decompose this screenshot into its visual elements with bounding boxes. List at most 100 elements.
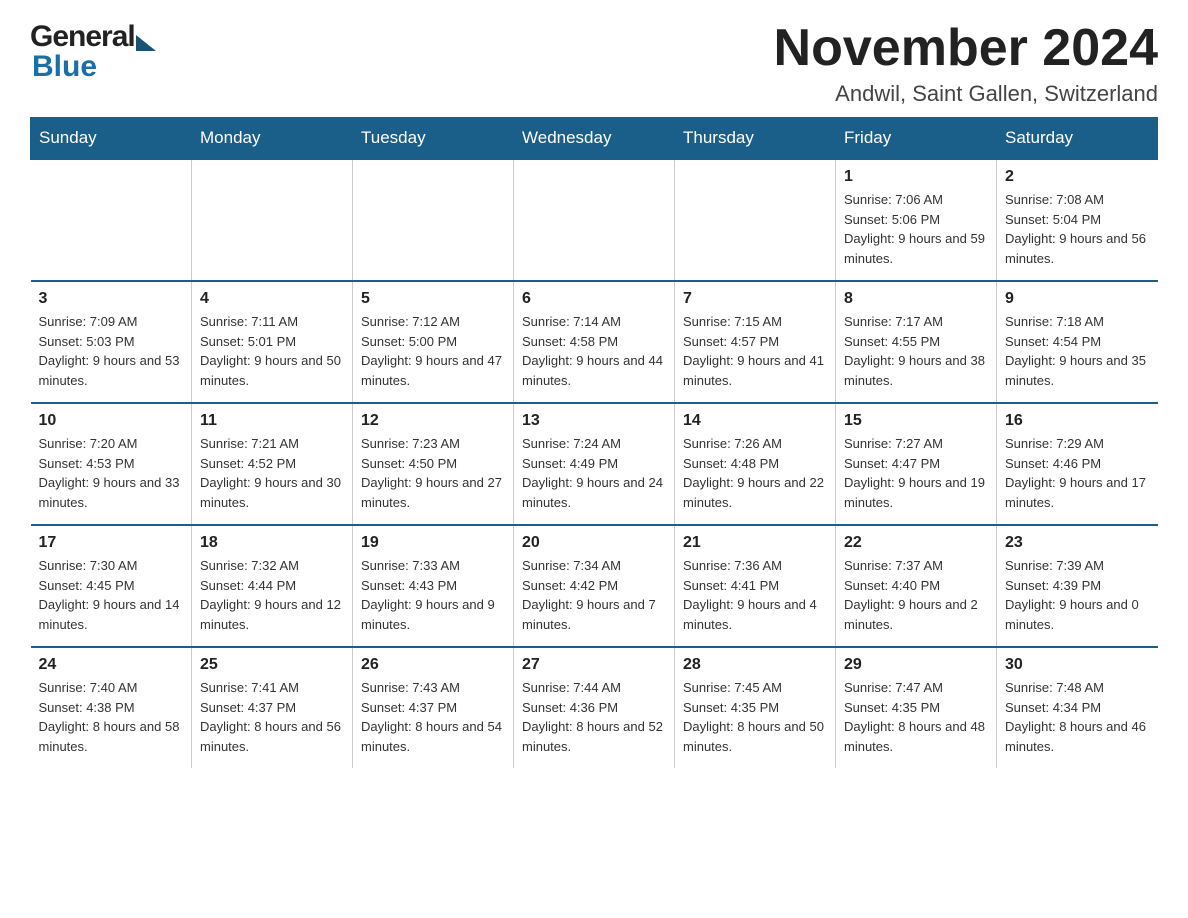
day-number: 23	[1005, 534, 1150, 552]
calendar-week-row: 24 Sunrise: 7:40 AMSunset: 4:38 PMDayligh…	[31, 647, 1158, 768]
day-number: 27	[522, 656, 666, 674]
day-number: 12	[361, 412, 505, 430]
calendar-cell: 10Sunrise: 7:20 AMSunset: 4:53 PMDayligh…	[31, 403, 192, 525]
day-info: Sunrise: 7:33 AMSunset: 4:43 PMDaylight:…	[361, 556, 505, 634]
day-number: 9	[1005, 290, 1150, 308]
day-info: Sunrise: 7:11 AMSunset: 5:01 PMDaylight:…	[200, 312, 344, 390]
calendar-cell: 1 Sunrise: 7:06 AMSunset: 5:06 PMDaylight…	[836, 159, 997, 281]
calendar-week-row: 10Sunrise: 7:20 AMSunset: 4:53 PMDayligh…	[31, 403, 1158, 525]
day-number: 28	[683, 656, 827, 674]
day-number: 29	[844, 656, 988, 674]
calendar-cell: 2 Sunrise: 7:08 AMSunset: 5:04 PMDaylight…	[997, 159, 1158, 281]
day-info: Sunrise: 7:41 AMSunset: 4:37 PMDaylight:…	[200, 678, 344, 756]
day-info: Sunrise: 7:37 AMSunset: 4:40 PMDaylight:…	[844, 556, 988, 634]
weekday-header-saturday: Saturday	[997, 118, 1158, 160]
day-info: Sunrise: 7:39 AMSunset: 4:39 PMDaylight:…	[1005, 556, 1150, 634]
calendar-cell: 30Sunrise: 7:48 AMSunset: 4:34 PMDayligh…	[997, 647, 1158, 768]
day-info: Sunrise: 7:27 AMSunset: 4:47 PMDaylight:…	[844, 434, 988, 512]
day-number: 17	[39, 534, 184, 552]
calendar-week-row: 3Sunrise: 7:09 AMSunset: 5:03 PMDaylight…	[31, 281, 1158, 403]
calendar-cell: 4 Sunrise: 7:11 AMSunset: 5:01 PMDaylight…	[192, 281, 353, 403]
day-info: Sunrise: 7:48 AMSunset: 4:34 PMDaylight:…	[1005, 678, 1150, 756]
day-info: Sunrise: 7:18 AMSunset: 4:54 PMDaylight:…	[1005, 312, 1150, 390]
day-number: 25	[200, 656, 344, 674]
calendar-body: 1 Sunrise: 7:06 AMSunset: 5:06 PMDaylight…	[31, 159, 1158, 768]
day-number: 3	[39, 290, 184, 308]
calendar-cell	[31, 159, 192, 281]
day-info: Sunrise: 7:43 AMSunset: 4:37 PMDaylight:…	[361, 678, 505, 756]
day-info: Sunrise: 7:08 AMSunset: 5:04 PMDaylight:…	[1005, 190, 1150, 268]
day-number: 8	[844, 290, 988, 308]
day-number: 2	[1005, 168, 1150, 186]
day-number: 1	[844, 168, 988, 186]
day-number: 24	[39, 656, 184, 674]
month-title: November 2024	[774, 20, 1158, 77]
day-number: 18	[200, 534, 344, 552]
day-number: 15	[844, 412, 988, 430]
day-number: 20	[522, 534, 666, 552]
day-info: Sunrise: 7:06 AMSunset: 5:06 PMDaylight:…	[844, 190, 988, 268]
day-info: Sunrise: 7:29 AMSunset: 4:46 PMDaylight:…	[1005, 434, 1150, 512]
calendar-cell: 21 Sunrise: 7:36 AMSunset: 4:41 PMDayligh…	[675, 525, 836, 647]
day-number: 26	[361, 656, 505, 674]
calendar-cell: 15 Sunrise: 7:27 AMSunset: 4:47 PMDayligh…	[836, 403, 997, 525]
logo-general-text: General	[30, 20, 135, 54]
day-info: Sunrise: 7:30 AMSunset: 4:45 PMDaylight:…	[39, 556, 184, 634]
day-info: Sunrise: 7:40 AMSunset: 4:38 PMDaylight:…	[39, 678, 184, 756]
calendar-cell: 29 Sunrise: 7:47 AMSunset: 4:35 PMDayligh…	[836, 647, 997, 768]
calendar-cell: 7 Sunrise: 7:15 AMSunset: 4:57 PMDaylight…	[675, 281, 836, 403]
calendar-cell: 18 Sunrise: 7:32 AMSunset: 4:44 PMDayligh…	[192, 525, 353, 647]
calendar-cell	[192, 159, 353, 281]
title-block: November 2024 Andwil, Saint Gallen, Swit…	[774, 20, 1158, 107]
day-info: Sunrise: 7:36 AMSunset: 4:41 PMDaylight:…	[683, 556, 827, 634]
calendar-cell: 11Sunrise: 7:21 AMSunset: 4:52 PMDayligh…	[192, 403, 353, 525]
day-info: Sunrise: 7:12 AMSunset: 5:00 PMDaylight:…	[361, 312, 505, 390]
day-info: Sunrise: 7:47 AMSunset: 4:35 PMDaylight:…	[844, 678, 988, 756]
weekday-header-monday: Monday	[192, 118, 353, 160]
day-info: Sunrise: 7:15 AMSunset: 4:57 PMDaylight:…	[683, 312, 827, 390]
day-number: 6	[522, 290, 666, 308]
calendar-cell: 9 Sunrise: 7:18 AMSunset: 4:54 PMDaylight…	[997, 281, 1158, 403]
calendar-cell: 13Sunrise: 7:24 AMSunset: 4:49 PMDayligh…	[514, 403, 675, 525]
calendar-week-row: 17 Sunrise: 7:30 AMSunset: 4:45 PMDayligh…	[31, 525, 1158, 647]
day-number: 5	[361, 290, 505, 308]
calendar-cell: 19 Sunrise: 7:33 AMSunset: 4:43 PMDayligh…	[353, 525, 514, 647]
calendar-cell: 22 Sunrise: 7:37 AMSunset: 4:40 PMDayligh…	[836, 525, 997, 647]
day-number: 21	[683, 534, 827, 552]
day-info: Sunrise: 7:14 AMSunset: 4:58 PMDaylight:…	[522, 312, 666, 390]
day-number: 10	[39, 412, 184, 430]
calendar-cell: 12Sunrise: 7:23 AMSunset: 4:50 PMDayligh…	[353, 403, 514, 525]
calendar-cell: 27 Sunrise: 7:44 AMSunset: 4:36 PMDayligh…	[514, 647, 675, 768]
weekday-header-row: SundayMondayTuesdayWednesdayThursdayFrid…	[31, 118, 1158, 160]
calendar-cell: 16Sunrise: 7:29 AMSunset: 4:46 PMDayligh…	[997, 403, 1158, 525]
calendar-cell: 6 Sunrise: 7:14 AMSunset: 4:58 PMDaylight…	[514, 281, 675, 403]
day-number: 11	[200, 412, 344, 430]
calendar-cell: 26 Sunrise: 7:43 AMSunset: 4:37 PMDayligh…	[353, 647, 514, 768]
calendar-cell: 17 Sunrise: 7:30 AMSunset: 4:45 PMDayligh…	[31, 525, 192, 647]
day-number: 4	[200, 290, 344, 308]
day-number: 7	[683, 290, 827, 308]
day-info: Sunrise: 7:26 AMSunset: 4:48 PMDaylight:…	[683, 434, 827, 512]
day-info: Sunrise: 7:34 AMSunset: 4:42 PMDaylight:…	[522, 556, 666, 634]
weekday-header-thursday: Thursday	[675, 118, 836, 160]
weekday-header-wednesday: Wednesday	[514, 118, 675, 160]
day-number: 22	[844, 534, 988, 552]
day-info: Sunrise: 7:17 AMSunset: 4:55 PMDaylight:…	[844, 312, 988, 390]
logo: General Blue	[30, 20, 156, 84]
weekday-header-tuesday: Tuesday	[353, 118, 514, 160]
calendar-cell: 8 Sunrise: 7:17 AMSunset: 4:55 PMDaylight…	[836, 281, 997, 403]
day-info: Sunrise: 7:44 AMSunset: 4:36 PMDaylight:…	[522, 678, 666, 756]
weekday-header-sunday: Sunday	[31, 118, 192, 160]
calendar-header: SundayMondayTuesdayWednesdayThursdayFrid…	[31, 118, 1158, 160]
calendar-cell: 20 Sunrise: 7:34 AMSunset: 4:42 PMDayligh…	[514, 525, 675, 647]
day-number: 19	[361, 534, 505, 552]
calendar-cell	[675, 159, 836, 281]
day-info: Sunrise: 7:32 AMSunset: 4:44 PMDaylight:…	[200, 556, 344, 634]
logo-row1: General	[30, 20, 156, 54]
day-info: Sunrise: 7:45 AMSunset: 4:35 PMDaylight:…	[683, 678, 827, 756]
page-header: General Blue November 2024 Andwil, Saint…	[30, 20, 1158, 107]
calendar-cell	[514, 159, 675, 281]
calendar-cell: 28 Sunrise: 7:45 AMSunset: 4:35 PMDayligh…	[675, 647, 836, 768]
day-number: 13	[522, 412, 666, 430]
calendar-cell: 25 Sunrise: 7:41 AMSunset: 4:37 PMDayligh…	[192, 647, 353, 768]
